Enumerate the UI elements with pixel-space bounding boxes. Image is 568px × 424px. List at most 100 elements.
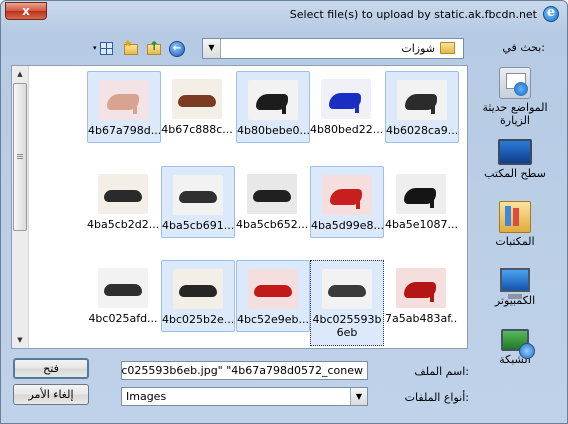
image-thumbnail <box>173 175 223 215</box>
file-item[interactable]: 7a5ab483af... <box>385 260 459 332</box>
vertical-scrollbar[interactable]: ▲ ▼ <box>12 66 29 348</box>
image-thumbnail <box>397 80 447 120</box>
place-computer[interactable]: الكمبيوتر <box>471 265 559 307</box>
computer-icon <box>500 268 530 299</box>
file-name-value: "4bc025593b6eb.jpg" "4b67a798d0572_conew <box>121 364 363 377</box>
shoe-shape <box>179 285 217 297</box>
image-thumbnail <box>98 174 148 214</box>
look-in-folder-name: شوزات <box>401 42 435 55</box>
scroll-down-arrow-icon[interactable]: ▼ <box>12 332 28 348</box>
place-desktop[interactable]: سطح المكتب <box>471 137 559 180</box>
file-type-label: أنواع الملفات: <box>404 391 469 404</box>
shoe-heel <box>430 286 434 302</box>
image-thumbnail <box>322 175 372 215</box>
file-item[interactable]: 4bc025593b6eb <box>310 260 384 346</box>
cancel-button[interactable]: إلغاء الأمر <box>13 384 89 405</box>
shoe-shape <box>253 190 291 202</box>
image-thumbnail <box>98 268 148 308</box>
place-network[interactable]: الشبكة <box>471 327 559 366</box>
shoe-heel <box>133 98 137 114</box>
image-thumbnail <box>322 269 372 309</box>
views-menu-button[interactable]: ▾ <box>93 40 113 58</box>
image-thumbnail <box>248 80 298 120</box>
file-item[interactable]: 4b67a798d... <box>87 71 161 143</box>
file-name: 4ba5e1087... <box>385 218 457 231</box>
up-arrow-icon: ↑ <box>149 39 160 53</box>
file-name: 4b6028ca9... <box>386 124 458 137</box>
file-name: 4b80bed22... <box>310 123 382 136</box>
recent-places-icon <box>499 67 531 99</box>
desktop-icon <box>498 139 532 165</box>
up-one-level-button[interactable]: ↑ <box>145 39 163 58</box>
chevron-down-icon: ▾ <box>93 44 97 52</box>
file-name: 4b67a798d... <box>88 124 160 137</box>
file-name: 4b80bebe0... <box>237 124 309 137</box>
place-label: المواضع حديثة الزيارة <box>482 101 548 127</box>
scrollbar-thumb[interactable] <box>13 83 27 231</box>
file-item[interactable]: 4b67c888c... <box>161 71 235 143</box>
file-item[interactable]: 4ba5cb652... <box>236 166 310 238</box>
file-type-value: Images <box>126 390 167 403</box>
file-item[interactable]: 4b80bebe0... <box>236 71 310 143</box>
file-item[interactable]: 4ba5cb691... <box>161 166 235 238</box>
chevron-down-icon[interactable]: ▼ <box>350 388 367 405</box>
file-upload-dialog: x Select file(s) to upload by static.ak.… <box>0 0 568 424</box>
chevron-down-icon[interactable]: ▼ <box>203 39 221 58</box>
image-thumbnail <box>172 79 222 119</box>
file-item[interactable]: 4ba5d99e8... <box>310 166 384 238</box>
shoe-shape <box>178 95 216 107</box>
place-recent-places[interactable]: المواضع حديثة الزيارة <box>471 67 559 127</box>
libraries-icon <box>499 201 531 233</box>
file-item[interactable]: 4b6028ca9... <box>385 71 459 143</box>
title-bar: x Select file(s) to upload by static.ak.… <box>1 1 567 31</box>
views-icon <box>100 42 113 55</box>
image-thumbnail <box>99 80 149 120</box>
file-name: 4bc52e9eb... <box>237 313 309 326</box>
place-label: المكتبات <box>495 235 535 248</box>
file-item[interactable]: 4ba5cb2d2... <box>87 166 161 238</box>
image-thumbnail <box>396 268 446 308</box>
back-arrow-icon: ← <box>169 41 185 57</box>
file-name: 4bc025b2e... <box>162 313 234 326</box>
place-libraries[interactable]: المكتبات <box>471 201 559 248</box>
file-name: 4bc025593b6eb <box>312 313 382 339</box>
shoe-shape <box>179 191 217 203</box>
new-star-icon: ★ <box>123 37 133 50</box>
shoe-heel <box>282 98 286 114</box>
file-name: 4ba5d99e8... <box>311 219 383 232</box>
shoe-shape <box>254 285 292 297</box>
navigation-toolbar: ▾ ★ ↑ ← <box>93 37 193 59</box>
file-name-label: اسم الملف: <box>414 365 469 378</box>
file-name: 4ba5cb652... <box>236 218 308 231</box>
file-list[interactable]: ▲ ▼ 4b6028ca9... 4b80bed22... 4b80bebe0...… <box>11 65 468 349</box>
window-title: Select file(s) to upload by static.ak.fb… <box>289 8 537 21</box>
folder-icon <box>440 42 455 54</box>
look-in-dropdown[interactable]: ▼ شوزات <box>202 38 464 59</box>
file-item[interactable]: 4bc025afd... <box>87 260 161 332</box>
file-name: 7a5ab483af... <box>385 312 457 325</box>
close-button[interactable]: x <box>5 2 47 20</box>
file-item[interactable]: 4bc52e9eb... <box>236 260 310 332</box>
file-name-input[interactable]: "4bc025593b6eb.jpg" "4b67a798d0572_conew <box>121 361 368 380</box>
place-label: سطح المكتب <box>484 167 546 180</box>
places-bar: المواضع حديثة الزيارة سطح المكتب المكتبا… <box>471 65 559 366</box>
scroll-up-arrow-icon[interactable]: ▲ <box>12 66 28 82</box>
back-button[interactable]: ← <box>168 40 186 58</box>
image-thumbnail <box>173 269 223 309</box>
shoe-heel <box>430 192 434 208</box>
open-button[interactable]: فتح <box>13 358 89 379</box>
network-icon <box>501 329 535 359</box>
file-name: 4ba5cb691... <box>162 219 234 232</box>
shoe-shape <box>104 190 142 202</box>
file-name: 4b67c888c... <box>161 123 233 136</box>
file-item[interactable]: 4ba5e1087... <box>385 166 459 238</box>
file-item[interactable]: 4bc025b2e... <box>161 260 235 332</box>
shoe-heel <box>431 98 435 114</box>
shoe-heel <box>355 97 359 113</box>
file-type-select[interactable]: Images ▼ <box>121 387 368 406</box>
image-thumbnail <box>247 174 297 214</box>
new-folder-button[interactable]: ★ <box>123 37 141 58</box>
image-thumbnail <box>396 174 446 214</box>
image-thumbnail <box>321 79 371 119</box>
file-item[interactable]: 4b80bed22... <box>310 71 384 143</box>
